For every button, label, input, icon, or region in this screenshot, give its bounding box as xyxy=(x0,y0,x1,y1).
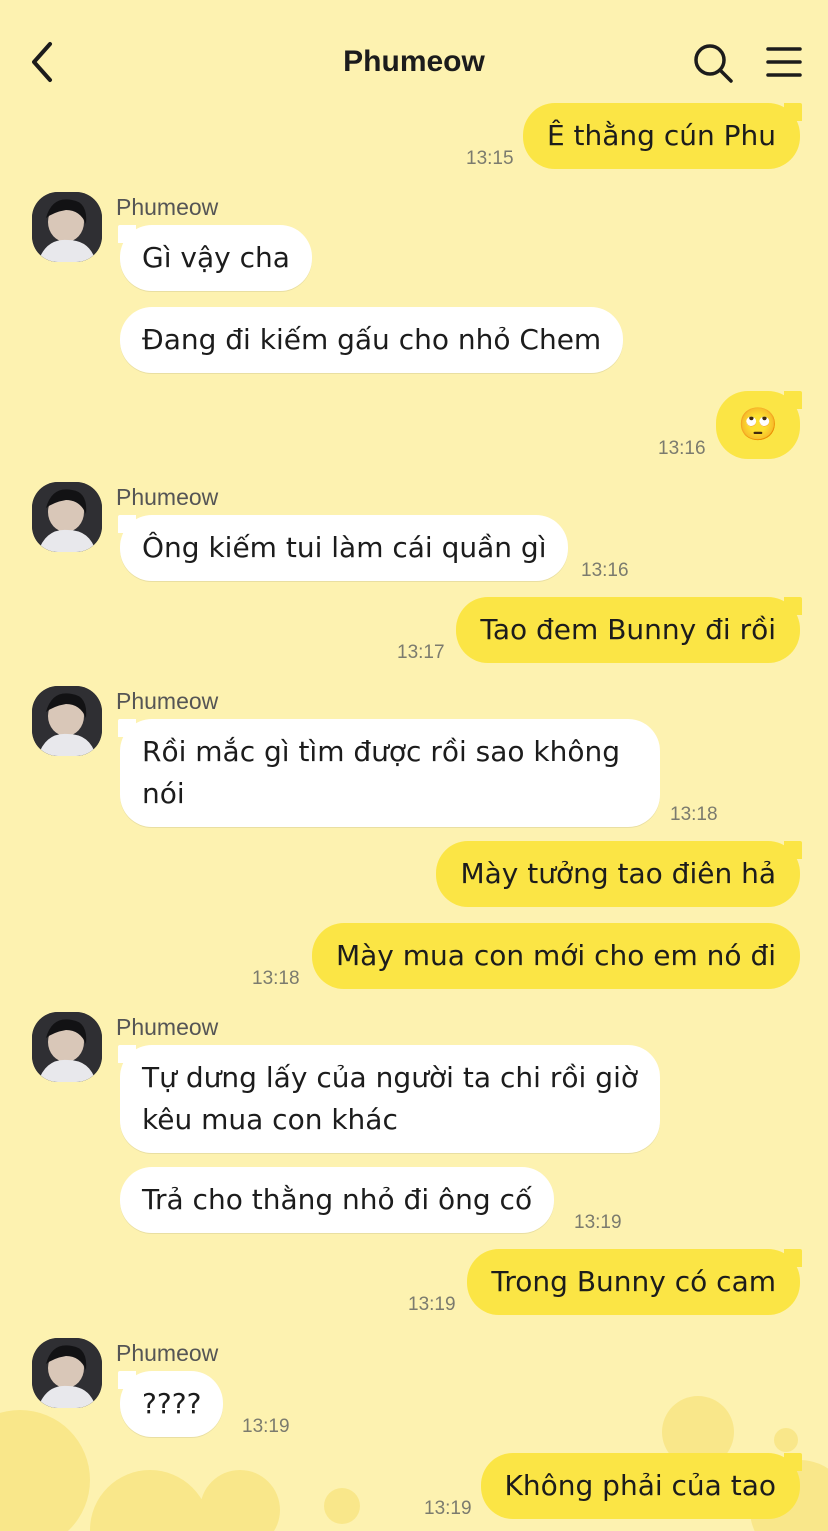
profile-photo xyxy=(32,482,102,552)
avatar[interactable] xyxy=(32,686,102,756)
profile-photo xyxy=(32,1012,102,1082)
sender-name: Phumeow xyxy=(116,1340,219,1366)
incoming-message[interactable]: ???? xyxy=(117,1371,224,1437)
incoming-message[interactable]: Rồi mắc gì tìm được rồi sao không nói xyxy=(118,719,660,827)
outgoing-message[interactable]: Không phải của tao xyxy=(480,1453,803,1519)
menu-button[interactable] xyxy=(764,44,804,82)
outgoing-message[interactable]: Tao đem Bunny đi rồi xyxy=(456,597,802,663)
search-button[interactable] xyxy=(692,42,734,84)
incoming-message[interactable]: Tự dưng lấy của người ta chi rồi giờ kêu… xyxy=(118,1045,660,1153)
message-time: 13:17 xyxy=(397,642,445,663)
eye-roll-emoji-icon: 🙄 xyxy=(738,405,778,443)
avatar[interactable] xyxy=(32,1338,102,1408)
message-time: 13:19 xyxy=(242,1416,290,1437)
sender-name: Phumeow xyxy=(116,194,219,220)
sender-name: Phumeow xyxy=(116,688,219,714)
avatar[interactable] xyxy=(32,1012,102,1082)
outgoing-message[interactable]: Mày tưởng tao điên hả xyxy=(436,841,802,907)
message-time: 13:19 xyxy=(408,1294,456,1315)
outgoing-message[interactable]: Mày mua con mới cho em nó đi xyxy=(311,923,800,989)
message-time: 13:16 xyxy=(581,560,629,581)
incoming-message[interactable]: Gì vậy cha xyxy=(118,225,312,291)
message-time: 13:16 xyxy=(658,438,706,459)
message-time: 13:19 xyxy=(574,1212,622,1233)
sender-name: Phumeow xyxy=(116,484,219,510)
outgoing-message[interactable]: 🙄 xyxy=(716,391,802,459)
search-icon xyxy=(694,44,733,83)
incoming-message[interactable]: Ông kiếm tui làm cái quần gì xyxy=(117,515,569,581)
profile-photo xyxy=(32,686,102,756)
sender-name: Phumeow xyxy=(116,1014,219,1040)
outgoing-message[interactable]: Ê thằng cún Phu xyxy=(522,103,803,169)
message-time: 13:19 xyxy=(424,1498,472,1519)
incoming-message[interactable]: Trả cho thằng nhỏ đi ông cố xyxy=(120,1167,555,1233)
profile-photo xyxy=(32,1338,102,1408)
message-time: 13:18 xyxy=(252,968,300,989)
message-time: 13:15 xyxy=(466,148,514,169)
avatar[interactable] xyxy=(32,192,102,262)
message-time: 13:18 xyxy=(670,804,718,825)
profile-photo xyxy=(32,192,102,262)
incoming-message[interactable]: Đang đi kiếm gấu cho nhỏ Chem xyxy=(120,307,624,373)
outgoing-message[interactable]: Trong Bunny có cam xyxy=(467,1249,802,1315)
chat-header: Phumeow xyxy=(0,0,828,110)
hamburger-menu-icon xyxy=(766,47,802,77)
avatar[interactable] xyxy=(32,482,102,552)
